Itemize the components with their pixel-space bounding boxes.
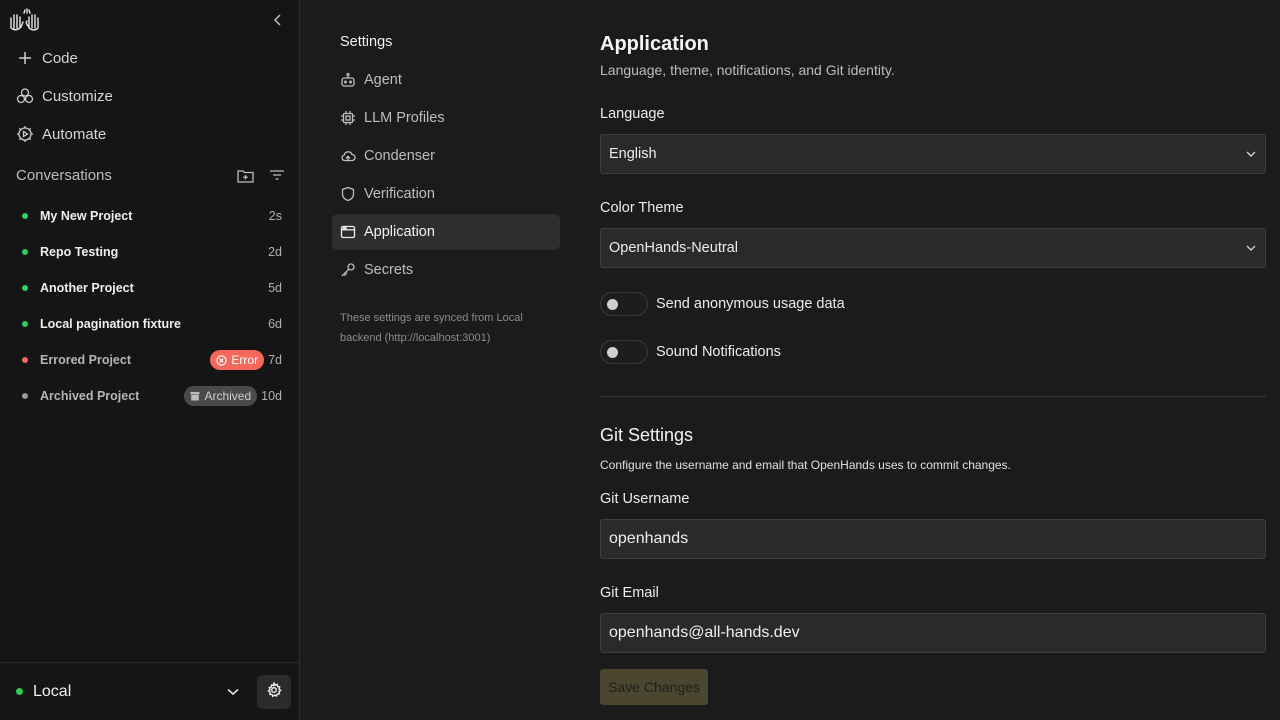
chevron-down-icon <box>1245 148 1257 160</box>
settings-nav-application[interactable]: Application <box>332 214 560 250</box>
conversation-age: 6d <box>268 317 282 331</box>
status-dot <box>22 249 28 255</box>
archive-box-icon <box>190 391 200 401</box>
settings-nav-label: Condenser <box>364 148 435 164</box>
archived-badge: Archived <box>184 386 258 406</box>
conversation-item[interactable]: Repo Testing 2d <box>16 240 282 264</box>
chip-icon <box>340 110 356 126</box>
page-subtitle: Language, theme, notifications, and Git … <box>600 62 895 78</box>
git-username-label: Git Username <box>600 491 690 507</box>
git-email-input[interactable] <box>600 613 1266 653</box>
nav-code[interactable]: Code <box>16 46 78 70</box>
usage-data-label: Send anonymous usage data <box>656 296 845 312</box>
new-folder-icon[interactable] <box>236 166 254 184</box>
settings-nav-label: Application <box>364 224 435 240</box>
nav-code-label: Code <box>42 49 78 67</box>
conversation-age: 5d <box>268 281 282 295</box>
conversation-title: Another Project <box>40 281 134 295</box>
conversation-item[interactable]: Archived Project Archived 10d <box>16 384 282 408</box>
conversation-item[interactable]: My New Project 2s <box>16 204 282 228</box>
conversation-item[interactable]: Local pagination fixture 6d <box>16 312 282 336</box>
status-dot <box>22 357 28 363</box>
key-icon <box>340 262 356 278</box>
conversations-header: Conversations <box>16 165 286 185</box>
toggle-knob <box>607 299 618 310</box>
section-divider <box>600 396 1266 397</box>
error-badge-label: Error <box>231 353 259 367</box>
conversation-age: 2s <box>268 209 282 223</box>
cloud-icon <box>340 148 356 164</box>
conversations-label: Conversations <box>16 166 112 184</box>
nav-customize[interactable]: Customize <box>16 84 113 108</box>
usage-data-toggle[interactable] <box>600 292 648 316</box>
sync-note: These settings are synced from Local bac… <box>340 312 523 344</box>
error-circle-icon <box>216 354 228 366</box>
conversation-item[interactable]: Another Project 5d <box>16 276 282 300</box>
customize-icon <box>16 87 34 105</box>
sidebar: Code Customize Automate Conversations My… <box>0 0 300 720</box>
status-dot <box>22 285 28 291</box>
settings-nav-secrets[interactable]: Secrets <box>332 252 560 288</box>
backend-label: Local <box>33 682 72 700</box>
nav-automate-label: Automate <box>42 125 107 143</box>
color-theme-label: Color Theme <box>600 200 684 216</box>
shield-icon <box>340 186 356 202</box>
status-dot <box>22 393 28 399</box>
gear-icon <box>266 681 282 701</box>
conversation-age: 2d <box>268 245 282 259</box>
conversation-title: Repo Testing <box>40 245 119 259</box>
color-theme-value: OpenHands-Neutral <box>609 240 738 256</box>
save-changes-button[interactable]: Save Changes <box>600 669 708 705</box>
settings-nav-label: Verification <box>364 186 435 202</box>
settings-nav-llm-profiles[interactable]: LLM Profiles <box>332 100 560 136</box>
page-title: Application <box>600 33 709 55</box>
color-theme-select[interactable]: OpenHands-Neutral <box>600 228 1266 268</box>
conversation-age: 10d <box>261 389 282 403</box>
nav-automate[interactable]: Automate <box>16 122 106 146</box>
sound-notifications-setting: Sound Notifications <box>600 340 781 364</box>
automate-icon <box>16 125 34 143</box>
settings-nav-label: Secrets <box>364 262 414 278</box>
sound-notifications-label: Sound Notifications <box>656 344 781 360</box>
backend-selector[interactable]: Local <box>16 683 71 701</box>
robot-icon <box>340 72 356 88</box>
settings-nav-condenser[interactable]: Condenser <box>332 138 560 174</box>
conversation-item[interactable]: Errored Project Error 7d <box>16 348 282 372</box>
conversation-title: My New Project <box>40 209 133 223</box>
chevron-down-icon <box>1245 242 1257 254</box>
settings-nav-label: Agent <box>364 72 402 88</box>
status-dot <box>22 321 28 327</box>
git-settings-title: Git Settings <box>600 425 694 445</box>
window-icon <box>340 224 356 240</box>
chevron-down-icon[interactable] <box>225 684 241 700</box>
language-label: Language <box>600 106 665 122</box>
language-select[interactable]: English <box>600 134 1266 174</box>
settings-button[interactable] <box>257 674 291 709</box>
language-value: English <box>609 146 657 162</box>
settings-nav-verification[interactable]: Verification <box>332 176 560 212</box>
settings-heading: Settings <box>340 34 393 50</box>
backend-status-dot <box>16 688 23 695</box>
git-username-input[interactable] <box>600 519 1266 559</box>
settings-nav-agent[interactable]: Agent <box>332 62 560 98</box>
collapse-sidebar-icon[interactable] <box>268 10 286 30</box>
conversation-title: Archived Project <box>40 389 140 403</box>
error-badge: Error <box>210 350 265 370</box>
sound-notifications-toggle[interactable] <box>600 340 648 364</box>
nav-customize-label: Customize <box>42 87 113 105</box>
filter-icon[interactable] <box>268 166 286 184</box>
conversation-title: Errored Project <box>40 353 132 367</box>
settings-nav-label: LLM Profiles <box>364 110 445 126</box>
git-email-label: Git Email <box>600 585 659 601</box>
toggle-knob <box>607 347 618 358</box>
conversation-title: Local pagination fixture <box>40 317 181 331</box>
archived-badge-label: Archived <box>204 389 252 403</box>
openhands-logo-icon[interactable] <box>8 8 44 32</box>
plus-icon <box>16 49 34 67</box>
status-dot <box>22 213 28 219</box>
git-settings-subtitle: Configure the username and email that Op… <box>600 458 1011 472</box>
conversation-age: 7d <box>268 353 282 367</box>
sidebar-footer: Local <box>0 662 299 720</box>
usage-data-setting: Send anonymous usage data <box>600 292 845 316</box>
